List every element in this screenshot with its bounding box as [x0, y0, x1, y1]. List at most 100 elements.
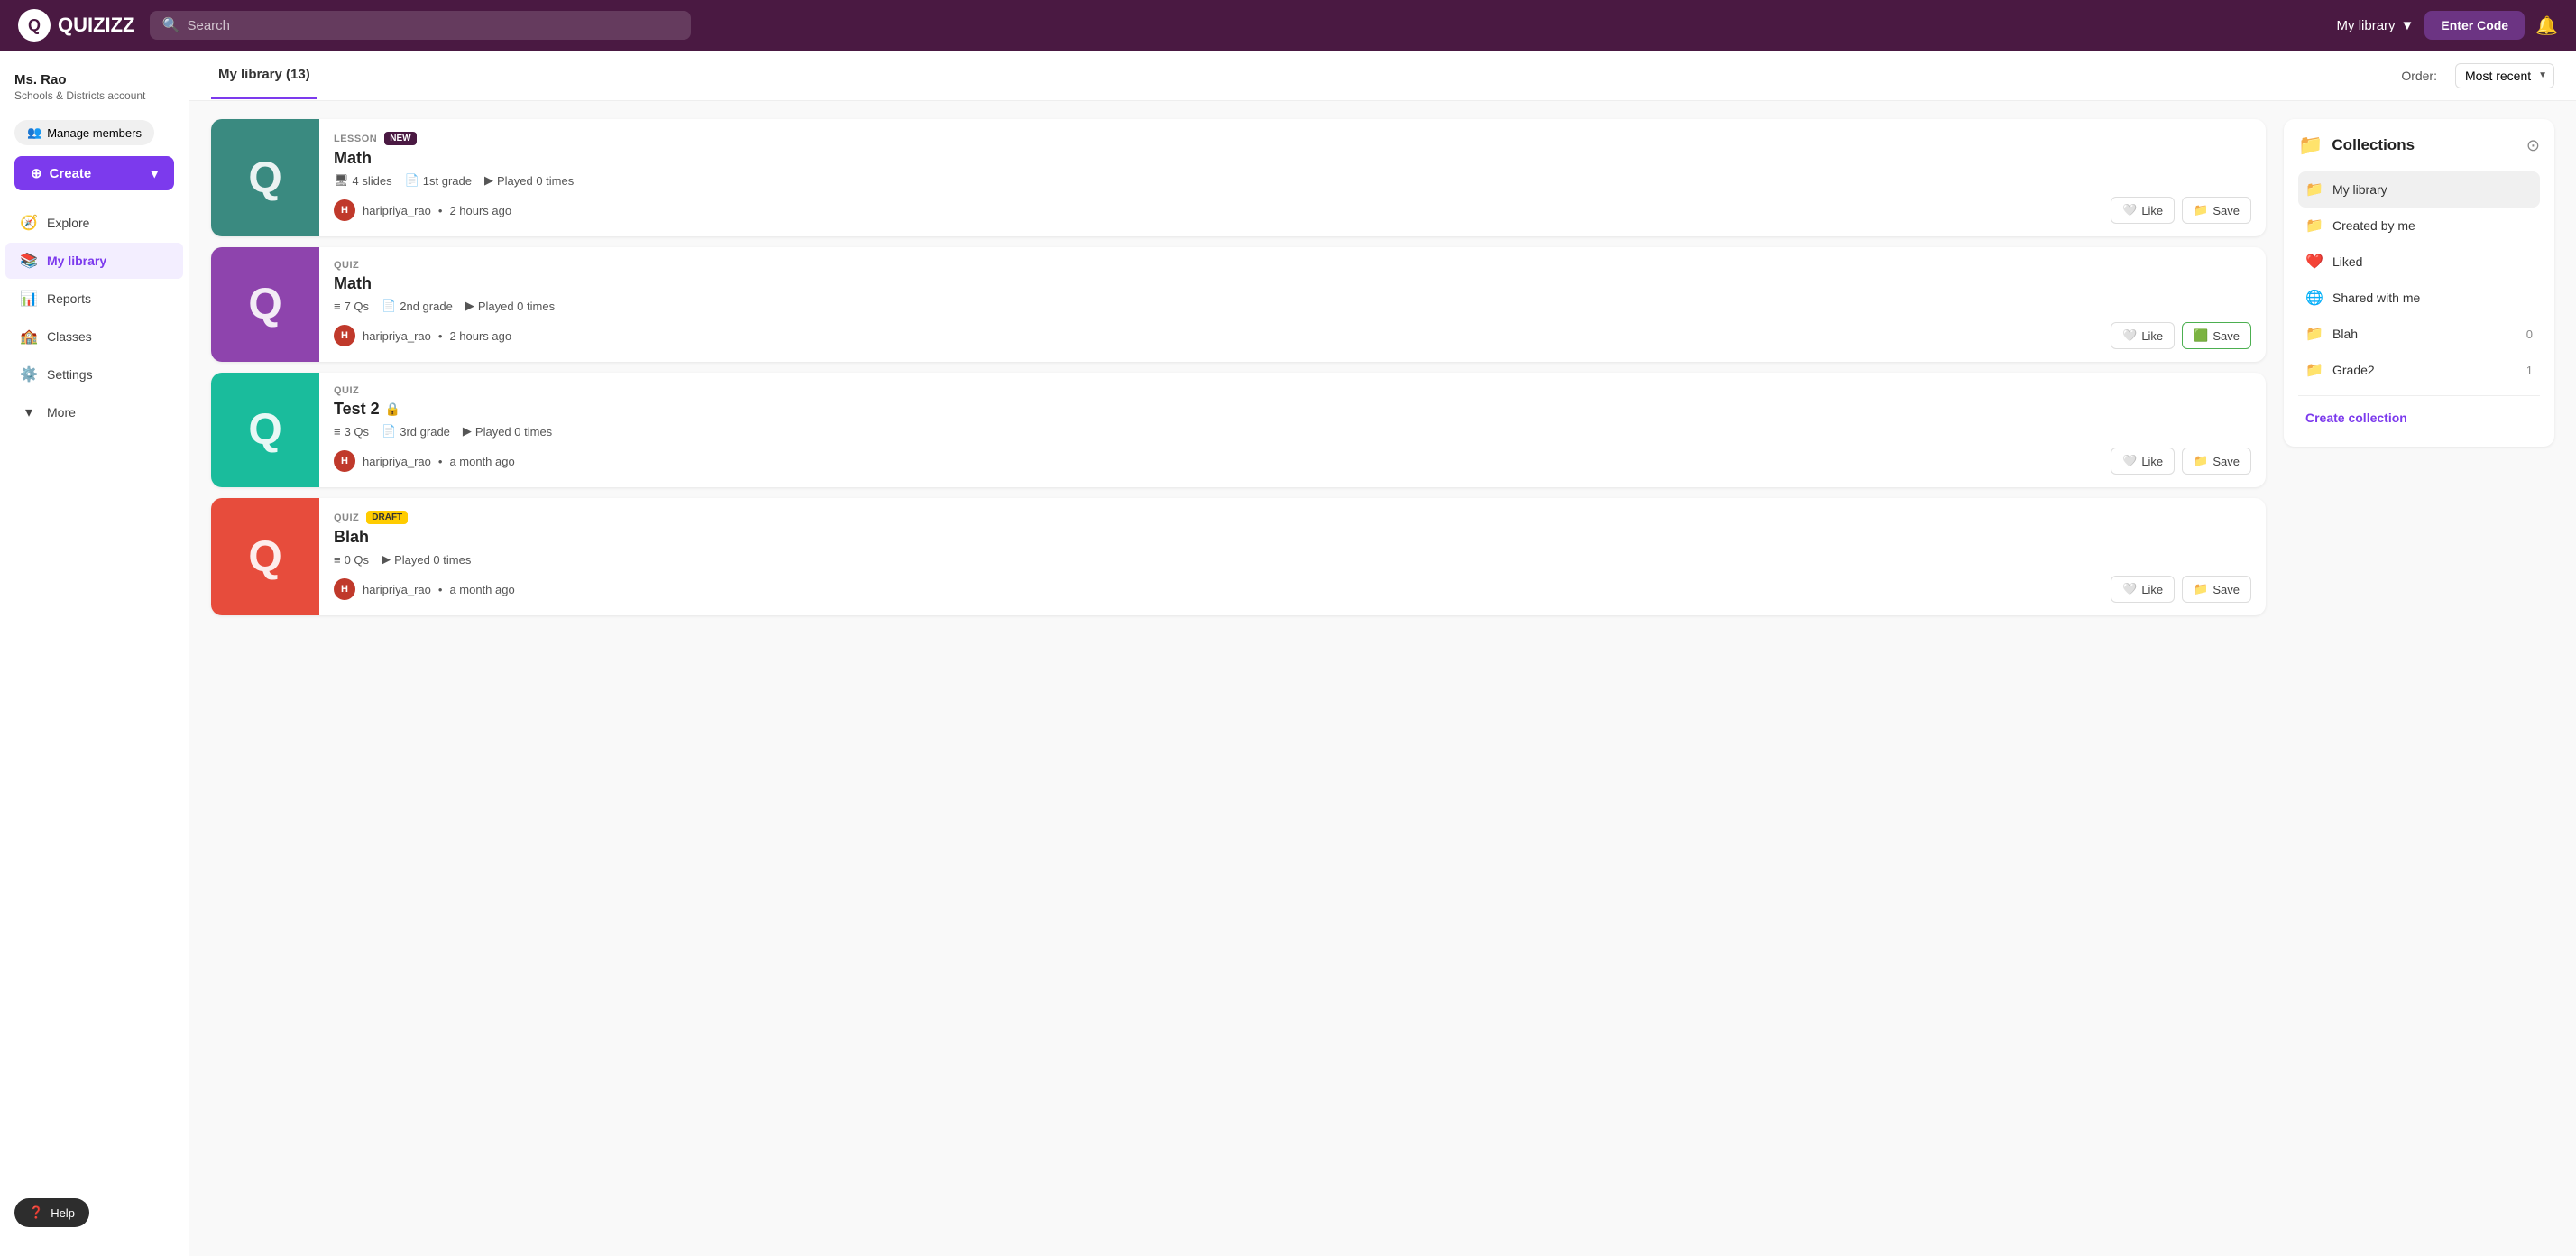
quiz-author: H haripriya_rao • a month ago — [334, 578, 515, 600]
collection-item-liked[interactable]: ❤️ Liked — [2298, 244, 2540, 280]
avatar: H — [334, 199, 355, 221]
create-button[interactable]: ⊕ Create ▾ — [14, 156, 174, 190]
sidebar-item-explore[interactable]: 🧭 Explore — [5, 205, 183, 241]
user-name: Ms. Rao — [14, 72, 174, 88]
quiz-body: QUIZ DRAFT Blah ≡ 0 Qs▶ Played 0 times H… — [319, 498, 2266, 615]
heart-icon: 🤍 — [2122, 582, 2137, 596]
collection-item-shared-with-me[interactable]: 🌐 Shared with me — [2298, 280, 2540, 316]
meta-icon: 📄 — [405, 173, 419, 188]
quiz-card[interactable]: Q QUIZ DRAFT Blah ≡ 0 Qs▶ Played 0 times… — [211, 498, 2266, 615]
quiz-footer: H haripriya_rao • 2 hours ago 🤍 Like 📁 S… — [334, 197, 2251, 224]
collection-item-grade2[interactable]: 📁 Grade2 1 — [2298, 352, 2540, 388]
meta-icon: 🖥 — [334, 173, 349, 188]
collection-count: 0 — [2526, 328, 2533, 341]
collections-settings-icon[interactable]: ⊙ — [2526, 136, 2540, 155]
quiz-type-label: QUIZ — [334, 513, 359, 523]
sidebar-item-reports[interactable]: 📊 Reports — [5, 281, 183, 317]
lock-icon: 🔒 — [385, 402, 400, 417]
save-button[interactable]: 📁 Save — [2182, 197, 2251, 224]
save-button[interactable]: 📁 Save — [2182, 576, 2251, 603]
quiz-footer: H haripriya_rao • 2 hours ago 🤍 Like 🟩 S… — [334, 322, 2251, 349]
help-icon: ❓ — [29, 1205, 43, 1220]
quiz-logo: Q — [248, 532, 281, 582]
meta-item: ▶ Played 0 times — [484, 173, 574, 188]
heart-icon: 🤍 — [2122, 328, 2137, 343]
sidebar-item-more[interactable]: ▾ More — [5, 394, 183, 430]
meta-item: 📄 1st grade — [405, 173, 472, 188]
quiz-meta: ≡ 7 Qs📄 2nd grade▶ Played 0 times — [334, 299, 2251, 313]
library-tab[interactable]: My library (13) — [211, 52, 317, 99]
quiz-card[interactable]: Q QUIZ Test 2 🔒 ≡ 3 Qs📄 3rd grade▶ Playe… — [211, 373, 2266, 487]
avatar: H — [334, 450, 355, 472]
search-input[interactable] — [187, 18, 677, 33]
settings-icon: ⚙️ — [20, 365, 38, 383]
quiz-card[interactable]: Q QUIZ Math ≡ 7 Qs📄 2nd grade▶ Played 0 … — [211, 247, 2266, 362]
time-ago: a month ago — [449, 455, 514, 468]
meta-item: ≡ 0 Qs — [334, 553, 369, 567]
sidebar-bottom: ❓ Help — [0, 1184, 189, 1242]
collection-item-blah[interactable]: 📁 Blah 0 — [2298, 316, 2540, 352]
collection-item-my-library[interactable]: 📁 My library — [2298, 171, 2540, 208]
quiz-list: Q LESSON NEW Math 🖥 4 slides📄 1st grade▶… — [211, 119, 2266, 615]
author-name: haripriya_rao — [363, 583, 431, 596]
sidebar-item-classes[interactable]: 🏫 Classes — [5, 319, 183, 355]
quiz-type-row: QUIZ — [334, 260, 2251, 271]
new-badge: NEW — [384, 132, 416, 145]
chevron-down-icon: ▾ — [20, 403, 38, 421]
quiz-thumbnail: Q — [211, 119, 319, 236]
meta-icon: ▶ — [465, 299, 474, 313]
save-icon: 🟩 — [2194, 328, 2208, 343]
sidebar-item-label: Classes — [47, 329, 92, 344]
collection-name: Shared with me — [2332, 291, 2533, 305]
meta-item: ≡ 7 Qs — [334, 300, 369, 313]
avatar: H — [334, 578, 355, 600]
help-button[interactable]: ❓ Help — [14, 1198, 89, 1227]
time-separator: • — [438, 329, 443, 343]
collections-list: 📁 My library 📁 Created by me ❤️ Liked 🌐 … — [2298, 171, 2540, 388]
meta-item: ≡ 3 Qs — [334, 425, 369, 439]
sidebar-item-my-library[interactable]: 📚 My library — [5, 243, 183, 279]
quiz-thumbnail: Q — [211, 498, 319, 615]
enter-code-button[interactable]: Enter Code — [2424, 11, 2525, 40]
bell-icon[interactable]: 🔔 — [2535, 14, 2558, 37]
collection-item-created-by-me[interactable]: 📁 Created by me — [2298, 208, 2540, 244]
quiz-card[interactable]: Q LESSON NEW Math 🖥 4 slides📄 1st grade▶… — [211, 119, 2266, 236]
library-selector[interactable]: My library ▼ — [2337, 18, 2415, 33]
quiz-actions: 🤍 Like 📁 Save — [2111, 448, 2251, 475]
quiz-title: Math — [334, 149, 2251, 168]
folder-icon: 📁 — [2305, 217, 2323, 235]
sidebar-item-label: Settings — [47, 367, 93, 382]
quiz-author: H haripriya_rao • a month ago — [334, 450, 515, 472]
order-select[interactable]: Most recent Oldest A-Z Z-A — [2455, 63, 2554, 88]
sidebar-item-label: My library — [47, 254, 106, 268]
author-name: haripriya_rao — [363, 455, 431, 468]
meta-item: ▶ Played 0 times — [465, 299, 555, 313]
plus-icon: ⊕ — [31, 165, 42, 181]
manage-members-button[interactable]: 👥 Manage members — [14, 120, 154, 145]
like-button[interactable]: 🤍 Like — [2111, 322, 2175, 349]
quiz-meta: 🖥 4 slides📄 1st grade▶ Played 0 times — [334, 173, 2251, 188]
meta-icon: 📄 — [382, 299, 396, 313]
logo-text: QUIZIZZ — [58, 14, 135, 37]
time-separator: • — [438, 204, 443, 217]
save-button[interactable]: 📁 Save — [2182, 448, 2251, 475]
meta-icon: ≡ — [334, 553, 341, 567]
collections-panel: 📁 Collections ⊙ 📁 My library 📁 Created b… — [2284, 119, 2554, 447]
heart-icon: 🤍 — [2122, 203, 2137, 217]
quiz-type-row: QUIZ DRAFT — [334, 511, 2251, 524]
draft-badge: DRAFT — [366, 511, 408, 524]
logo[interactable]: Q QUIZIZZ — [18, 9, 135, 42]
quiz-author: H haripriya_rao • 2 hours ago — [334, 199, 511, 221]
quiz-title: Math — [334, 274, 2251, 293]
like-button[interactable]: 🤍 Like — [2111, 448, 2175, 475]
meta-icon: ▶ — [382, 552, 391, 567]
quiz-thumbnail: Q — [211, 373, 319, 487]
meta-icon: 📄 — [382, 424, 396, 439]
quiz-body: QUIZ Test 2 🔒 ≡ 3 Qs📄 3rd grade▶ Played … — [319, 373, 2266, 487]
sidebar-item-settings[interactable]: ⚙️ Settings — [5, 356, 183, 392]
time-separator: • — [438, 455, 443, 468]
create-collection-button[interactable]: Create collection — [2298, 403, 2415, 432]
save-button[interactable]: 🟩 Save — [2182, 322, 2251, 349]
like-button[interactable]: 🤍 Like — [2111, 197, 2175, 224]
like-button[interactable]: 🤍 Like — [2111, 576, 2175, 603]
